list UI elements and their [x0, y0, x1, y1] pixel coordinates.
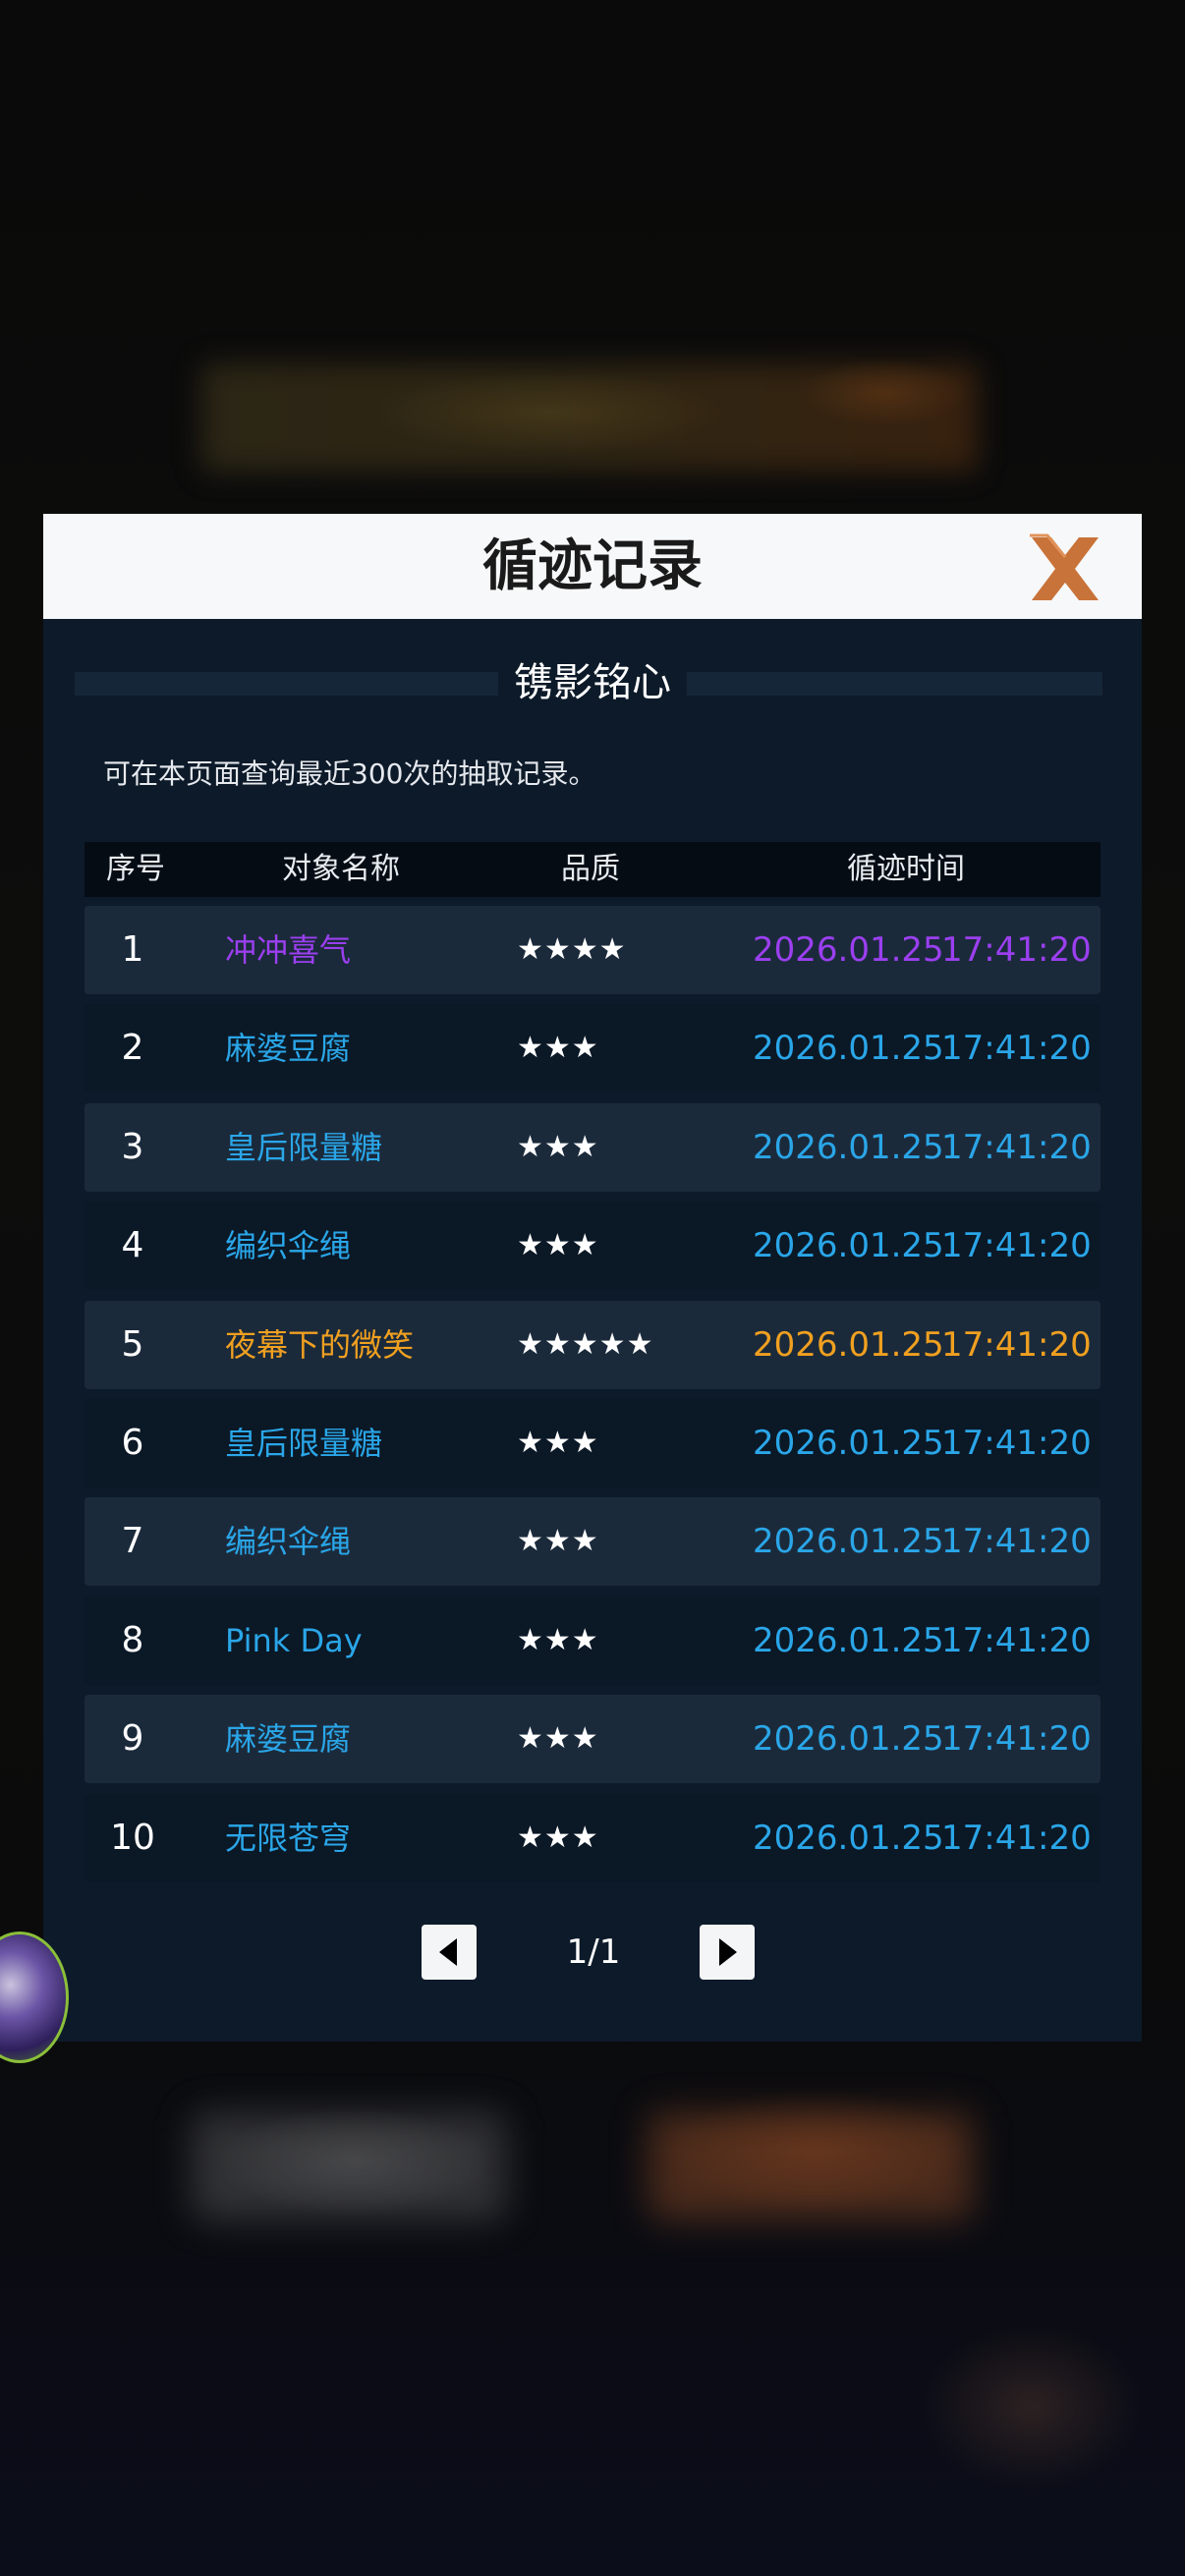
header-quality: 品质: [561, 852, 620, 886]
dialog-title: 循迹记录: [482, 534, 703, 598]
row-date: 2026.01.25: [753, 1522, 944, 1562]
row-quality-stars: ★★★: [517, 1721, 599, 1757]
row-date: 2026.01.25: [753, 1719, 944, 1760]
page-indicator: 1/1: [566, 1932, 621, 1972]
row-item-name: 皇后限量糖: [225, 1128, 383, 1166]
next-page-button[interactable]: [700, 1925, 755, 1980]
row-item-name: 编织伞绳: [225, 1227, 352, 1265]
header-index: 序号: [106, 852, 165, 886]
row-time: 17:41:20: [941, 1127, 1092, 1167]
row-item-name: 冲冲喜气: [225, 931, 352, 969]
row-item-name: 夜幕下的微笑: [225, 1325, 415, 1364]
table-row: 4 编织伞绳 ★★★ 2026.01.25 17:41:20: [85, 1202, 1100, 1291]
row-quality-stars: ★★★★: [517, 932, 627, 967]
row-index: 7: [121, 1521, 144, 1562]
table-row: 1 冲冲喜气 ★★★★ 2026.01.25 17:41:20: [85, 906, 1100, 994]
row-index: 4: [121, 1225, 144, 1266]
row-quality-stars: ★★★: [517, 1426, 599, 1460]
table-row: 3 皇后限量糖 ★★★ 2026.01.25 17:41:20: [85, 1102, 1100, 1192]
close-button[interactable]: [1026, 532, 1104, 606]
prev-page-button[interactable]: [422, 1925, 477, 1980]
row-index: 3: [121, 1126, 144, 1167]
row-date: 2026.01.25: [753, 1324, 944, 1365]
row-date: 2026.01.25: [753, 1620, 944, 1660]
row-index: 10: [110, 1817, 155, 1858]
row-quality-stars: ★★★: [517, 1228, 599, 1263]
info-note: 可在本页面查询最近300次的抽取记录。: [103, 757, 596, 790]
banner-subtitle: 镌影铭心: [43, 648, 1142, 717]
row-item-name: 无限苍穹: [225, 1819, 352, 1857]
row-index: 5: [121, 1323, 144, 1365]
row-date: 2026.01.25: [753, 1226, 944, 1266]
row-quality-stars: ★★★: [517, 1524, 599, 1559]
row-index: 9: [121, 1718, 144, 1760]
header-name: 对象名称: [282, 852, 400, 886]
table-row: 7 编织伞绳 ★★★ 2026.01.25 17:41:20: [85, 1497, 1100, 1587]
table-row: 5 夜幕下的微笑 ★★★★★ 2026.01.25 17:41:20: [85, 1300, 1100, 1389]
row-time: 17:41:20: [941, 1719, 1092, 1760]
table-row: 9 麻婆豆腐 ★★★ 2026.01.25 17:41:20: [85, 1695, 1100, 1784]
table-row: 8 Pink Day ★★★ 2026.01.25 17:41:20: [85, 1596, 1100, 1685]
row-time: 17:41:20: [941, 1029, 1092, 1069]
row-item-name: 麻婆豆腐: [225, 1030, 352, 1068]
row-date: 2026.01.25: [753, 1127, 944, 1167]
blurred-button-left: [192, 2112, 506, 2220]
row-date: 2026.01.25: [753, 1424, 944, 1463]
table-row: 6 皇后限量糖 ★★★ 2026.01.25 17:41:20: [85, 1399, 1100, 1487]
row-time: 17:41:20: [941, 1226, 1092, 1266]
row-quality-stars: ★★★★★: [517, 1326, 654, 1362]
row-date: 2026.01.25: [753, 1818, 944, 1858]
row-item-name: 皇后限量糖: [225, 1425, 383, 1462]
triangle-left-icon: [439, 1938, 457, 1966]
table-row: 2 麻婆豆腐 ★★★ 2026.01.25 17:41:20: [85, 1004, 1100, 1093]
row-index: 1: [121, 929, 144, 970]
row-time: 17:41:20: [941, 930, 1092, 970]
close-icon: [1030, 533, 1099, 600]
row-quality-stars: ★★★: [517, 1031, 599, 1066]
row-date: 2026.01.25: [753, 1029, 944, 1069]
row-index: 8: [121, 1619, 144, 1660]
blurred-banner: [201, 364, 978, 472]
row-item-name: 麻婆豆腐: [225, 1720, 352, 1759]
row-time: 17:41:20: [941, 1620, 1092, 1660]
table-row: 10 无限苍穹 ★★★ 2026.01.25 17:41:20: [85, 1793, 1100, 1882]
row-index: 2: [121, 1028, 144, 1069]
row-time: 17:41:20: [941, 1522, 1092, 1562]
history-dialog: 循迹记录 镌影铭心 可在本页面查询最近300次的抽取记录。 序号 对象名称 品质…: [43, 514, 1142, 2042]
banner-subtitle-text: 镌影铭心: [498, 660, 687, 705]
row-quality-stars: ★★★: [517, 1622, 599, 1657]
row-time: 17:41:20: [941, 1818, 1092, 1858]
row-item-name: Pink Day: [225, 1621, 363, 1659]
row-time: 17:41:20: [941, 1424, 1092, 1463]
row-index: 6: [121, 1423, 144, 1463]
row-item-name: 编织伞绳: [225, 1523, 352, 1561]
blurred-button-right: [649, 2112, 973, 2220]
triangle-right-icon: [719, 1938, 737, 1966]
table-header: 序号 对象名称 品质 循迹时间: [85, 842, 1100, 897]
row-quality-stars: ★★★: [517, 1129, 599, 1164]
row-quality-stars: ★★★: [517, 1820, 599, 1855]
row-date: 2026.01.25: [753, 930, 944, 970]
row-time: 17:41:20: [941, 1324, 1092, 1365]
header-time: 循迹时间: [847, 852, 965, 886]
